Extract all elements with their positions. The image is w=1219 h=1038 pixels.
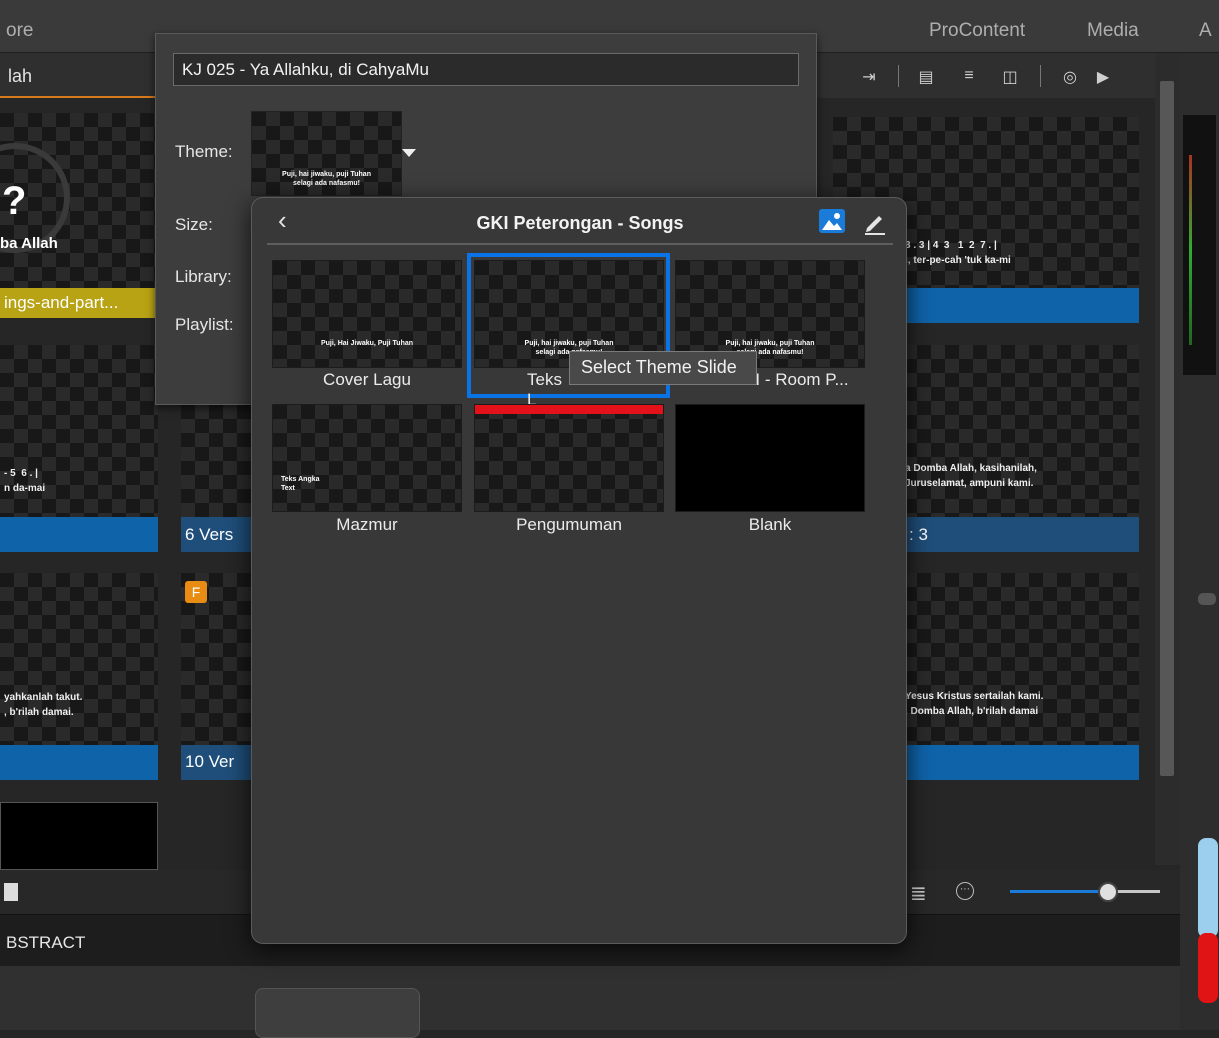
- slide-label-bar: [0, 745, 158, 780]
- library-label: Library:: [175, 267, 232, 286]
- image-icon[interactable]: [819, 209, 845, 233]
- slide-text: 3 . 3 | 4 3 1 2 7 . | i, ter-pe-cah 'tuk…: [905, 240, 1011, 266]
- red-indicator: [1198, 933, 1218, 1003]
- tile-label: Pengumuman: [516, 515, 622, 534]
- bottom-card[interactable]: [255, 988, 420, 1038]
- slide-label: : 3: [909, 525, 928, 544]
- list-view-icon[interactable]: ≣: [910, 881, 927, 906]
- tooltip: Select Theme Slide: [569, 351, 757, 385]
- popover-divider: [267, 243, 893, 245]
- audio-meter: [1183, 115, 1216, 375]
- theme-picker-popover: ‹ GKI Peterongan - Songs Puji, Hai Jiwak…: [251, 197, 907, 944]
- slide-label-bar: 6 Vers: [181, 517, 251, 552]
- vertical-scrollbar[interactable]: [1155, 53, 1180, 865]
- group-tag[interactable]: ings-and-part...: [0, 288, 158, 318]
- slide-thumb[interactable]: F: [181, 573, 251, 745]
- menu-item-media[interactable]: Media: [1087, 20, 1139, 42]
- theme-label: Theme:: [175, 142, 233, 161]
- theme-thumb-caption: Puji, hai jiwaku, puji Tuhan selagi ada …: [282, 171, 371, 188]
- split-view-icon[interactable]: ◫: [1000, 67, 1020, 86]
- more-options-icon[interactable]: ⋯: [956, 882, 974, 900]
- target-icon[interactable]: ◎: [1060, 67, 1080, 86]
- presentation-title-input[interactable]: [173, 53, 799, 86]
- tile-label: Cover Lagu: [323, 370, 411, 389]
- cover-slide-thumb[interactable]: ? ba Allah: [0, 113, 158, 288]
- size-label: Size:: [175, 215, 213, 234]
- theme-dropdown-caret-icon[interactable]: [402, 149, 416, 157]
- tile-caption: Teks Angka Text: [281, 476, 320, 493]
- zoom-slider-fill: [1010, 890, 1108, 893]
- popover-title: GKI Peterongan - Songs: [476, 213, 684, 233]
- playlist-label: Playlist:: [175, 315, 234, 334]
- right-panel-strip: [1180, 53, 1219, 1030]
- slider-knob[interactable]: [1198, 593, 1216, 605]
- meter-bar: [1189, 155, 1192, 345]
- slide-text: Yesus Kristus sertailah kami. , Domba Al…: [905, 691, 1044, 717]
- toolbar-divider: [898, 65, 899, 87]
- theme-tile-pengumuman[interactable]: [474, 404, 664, 512]
- go-to-next-icon[interactable]: ⇥: [859, 67, 879, 86]
- slide-text: - 5 6 . | n da-mai: [4, 468, 46, 494]
- slide-thumb[interactable]: [181, 405, 251, 517]
- tile-label: Mazmur: [336, 515, 398, 534]
- slide-label-bar: 10 Ver: [181, 745, 251, 780]
- toolbar-divider: [1040, 65, 1041, 87]
- presentation-header[interactable]: lah: [0, 53, 165, 98]
- red-header-bar: [475, 405, 663, 414]
- menu-item-a[interactable]: A: [1199, 20, 1212, 42]
- scrollbar-thumb[interactable]: [1160, 81, 1174, 776]
- f-badge: F: [185, 581, 207, 603]
- slide-label: 6 Vers: [185, 525, 234, 544]
- theme-thumbnail[interactable]: Puji, hai jiwaku, puji Tuhan selagi ada …: [251, 111, 402, 196]
- zoom-slider-knob[interactable]: [1097, 882, 1118, 902]
- pencil-icon-graphic: [865, 216, 885, 235]
- menu-item-more[interactable]: ore: [6, 20, 33, 42]
- image-icon-graphic: [822, 213, 842, 230]
- tile-label: Blank: [748, 515, 792, 534]
- theme-tile-mazmur[interactable]: Teks Angka Text: [272, 404, 462, 512]
- text-layout-icon[interactable]: ≡: [959, 67, 979, 85]
- menu-item-procontent[interactable]: ProContent: [929, 20, 1025, 42]
- bottom-area: [0, 966, 1180, 1030]
- tile-caption: Puji, Hai Jiwaku, Puji Tuhan: [320, 340, 414, 347]
- theme-tile-cover-lagu[interactable]: Puji, Hai Jiwaku, Puji Tuhan: [272, 260, 462, 368]
- cover-slide-title: ba Allah: [0, 235, 58, 252]
- clipboard-icon[interactable]: ▤: [916, 67, 936, 86]
- group-tag-label: ings-and-part...: [4, 293, 119, 312]
- slide-text: yahkanlah takut. , b'rilah damai.: [4, 692, 83, 718]
- presentation-title: lah: [8, 66, 33, 86]
- panel-toggle-icon[interactable]: [4, 883, 18, 901]
- slide-text: a Domba Allah, kasihanilah, Juruselamat,…: [905, 463, 1037, 489]
- slide-thumb[interactable]: - 5 6 . | n da-mai: [0, 345, 158, 517]
- slide-thumb-black[interactable]: [0, 802, 158, 870]
- theme-tile-blank[interactable]: [675, 404, 865, 512]
- slide-label: 10 Ver: [185, 752, 235, 771]
- slide-toolbar: ⇥ ▤ ≡ ◫ ◎ ▶: [815, 53, 1155, 98]
- question-mark-glyph: ?: [2, 179, 27, 223]
- slide-thumb[interactable]: yahkanlah takut. , b'rilah damai.: [0, 573, 158, 745]
- play-forward-icon[interactable]: ▶: [1093, 67, 1113, 86]
- blue-indicator: [1198, 838, 1218, 938]
- pencil-icon[interactable]: [862, 209, 888, 235]
- slide-label-bar: [0, 517, 158, 552]
- bottom-bar-label: BSTRACT: [6, 933, 86, 952]
